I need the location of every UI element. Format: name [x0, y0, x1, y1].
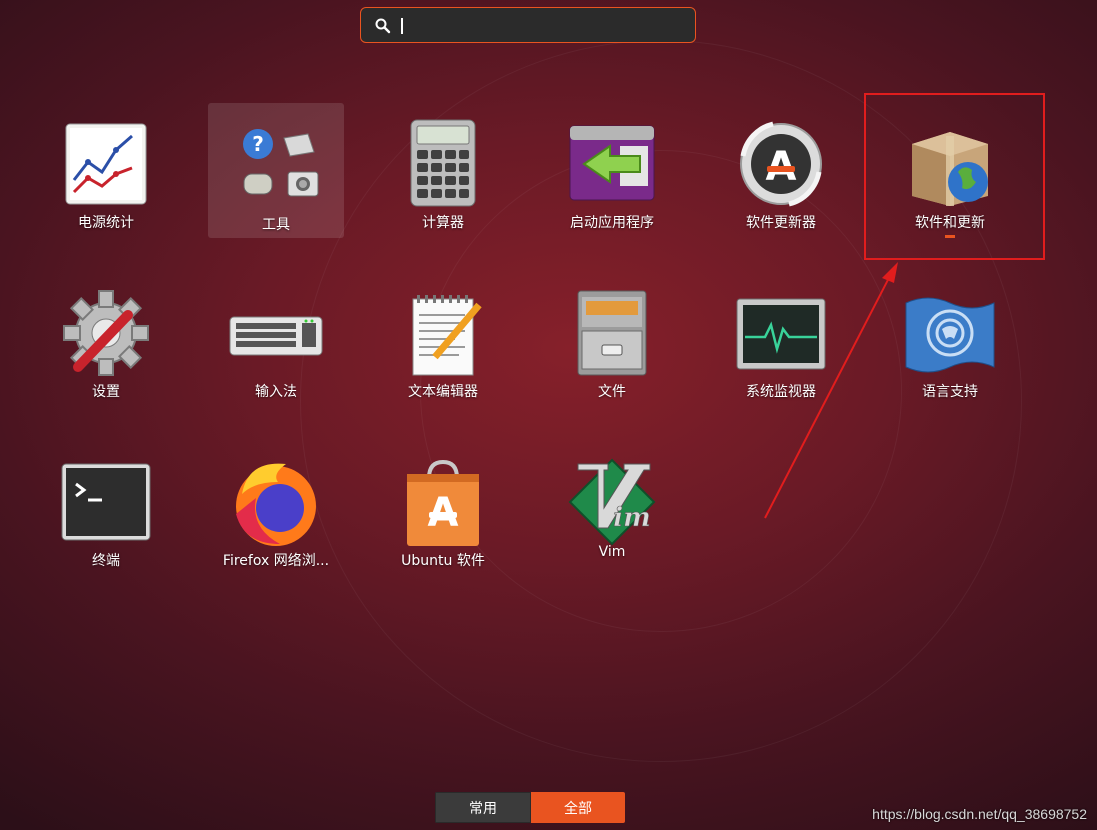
software-updater-icon: A [740, 121, 822, 207]
app-label: 语言支持 [922, 384, 978, 400]
system-monitor-icon [736, 298, 826, 370]
file-cabinet-icon [577, 290, 647, 376]
app-label: 启动应用程序 [570, 215, 654, 231]
app-label: 文本编辑器 [408, 384, 478, 400]
startup-applications-icon [569, 125, 655, 201]
app-label: 输入法 [255, 384, 297, 400]
app-label: 工具 [262, 217, 290, 233]
tab-all[interactable]: 全部 [531, 792, 625, 823]
app-vim[interactable]: im Vim [542, 444, 682, 584]
app-label: 文件 [598, 384, 626, 400]
app-terminal[interactable]: 终端 [36, 444, 176, 584]
app-label: 终端 [92, 553, 120, 569]
terminal-icon [61, 463, 151, 541]
app-files[interactable]: 文件 [542, 275, 682, 415]
app-power-stats[interactable]: 电源统计 [36, 106, 176, 246]
tab-frequent[interactable]: 常用 [435, 792, 531, 823]
app-startup-applications[interactable]: 启动应用程序 [542, 106, 682, 246]
vim-icon: im [568, 458, 656, 546]
firefox-icon [236, 463, 316, 546]
app-label: 计算器 [422, 215, 464, 231]
search-bar[interactable] [360, 7, 696, 43]
annotation-highlight-box [864, 93, 1045, 260]
app-label: 软件更新器 [746, 215, 816, 231]
keyboard-icon [229, 316, 323, 356]
app-firefox[interactable]: Firefox 网络浏... [206, 444, 346, 584]
language-support-icon [905, 297, 995, 373]
app-tools-folder[interactable]: ? 工具 [206, 106, 346, 246]
app-language-support[interactable]: 语言支持 [880, 275, 1020, 415]
app-label: Ubuntu 软件 [401, 553, 485, 569]
app-label: 系统监视器 [746, 384, 816, 400]
app-calculator[interactable]: 计算器 [373, 106, 513, 246]
view-switcher[interactable]: 常用 全部 [435, 792, 625, 823]
app-label: 电源统计 [78, 215, 134, 231]
power-stats-icon [65, 123, 147, 205]
svg-text:?: ? [252, 132, 264, 156]
app-label: Vim [598, 544, 626, 560]
app-software-updater[interactable]: A 软件更新器 [711, 106, 851, 246]
ubuntu-software-icon: A [407, 459, 479, 546]
calculator-icon [410, 119, 476, 207]
app-label: Firefox 网络浏... [222, 553, 330, 569]
app-input-method[interactable]: 输入法 [206, 275, 346, 415]
search-icon [375, 18, 391, 34]
app-settings[interactable]: 设置 [36, 275, 176, 415]
text-cursor [401, 18, 403, 34]
app-label: 设置 [92, 384, 120, 400]
watermark: https://blog.csdn.net/qq_38698752 [872, 806, 1087, 822]
text-editor-icon [412, 295, 482, 376]
settings-icon [63, 290, 149, 376]
app-system-monitor[interactable]: 系统监视器 [711, 275, 851, 415]
tools-folder-icon: ? [243, 129, 319, 197]
search-input[interactable] [397, 12, 681, 40]
app-text-editor[interactable]: 文本编辑器 [373, 275, 513, 415]
svg-text:im: im [613, 503, 650, 533]
app-ubuntu-software[interactable]: A Ubuntu 软件 [373, 444, 513, 584]
